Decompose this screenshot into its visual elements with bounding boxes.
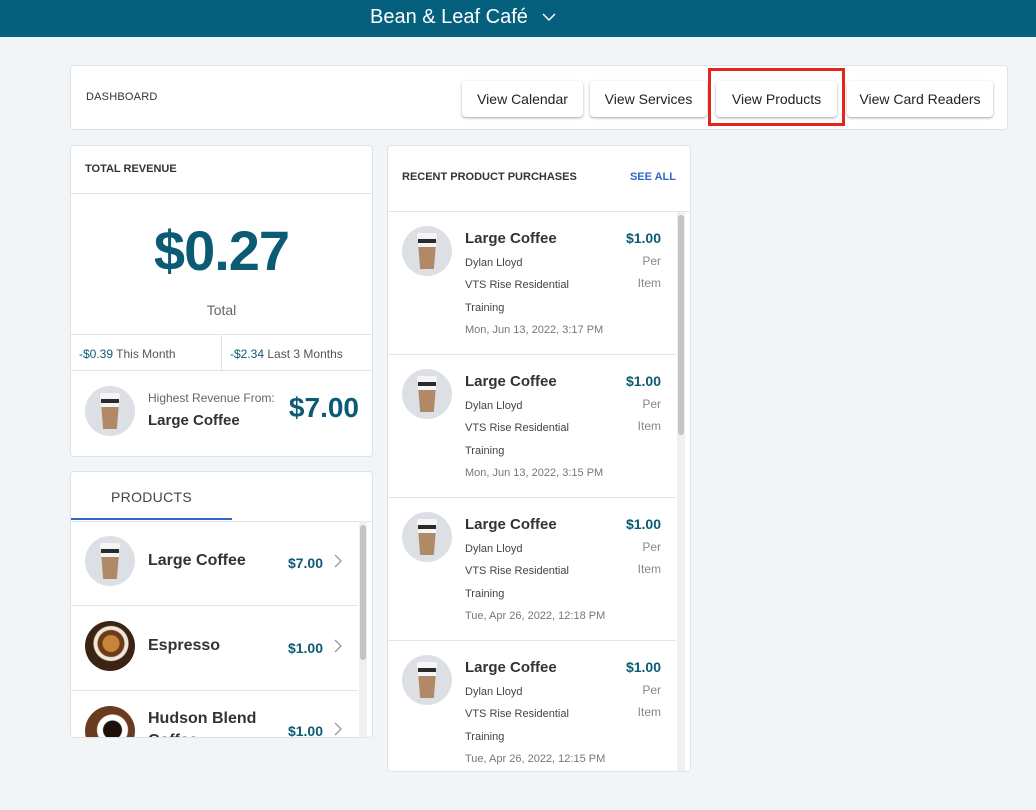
purchase-unit-cont: Item bbox=[637, 419, 661, 433]
highest-revenue-product: Large Coffee bbox=[148, 412, 240, 429]
purchase-unit: Per bbox=[642, 683, 661, 697]
product-row[interactable]: Espresso $1.00 bbox=[71, 606, 358, 691]
purchase-customer: Dylan Lloyd bbox=[465, 543, 523, 555]
revenue-stats: -$0.39 This Month -$2.34 Last 3 Months bbox=[71, 334, 372, 371]
purchase-unit-cont: Item bbox=[637, 276, 661, 290]
total-revenue-title: TOTAL REVENUE bbox=[71, 146, 372, 194]
chevron-right-icon bbox=[334, 639, 342, 653]
recent-purchases-title: RECENT PRODUCT PURCHASES bbox=[402, 171, 577, 183]
highlight-box bbox=[708, 68, 845, 126]
tab-products[interactable]: PRODUCTS bbox=[71, 472, 232, 520]
highest-revenue: Highest Revenue From: Large Coffee $7.00 bbox=[85, 386, 361, 436]
recent-purchases-scrollbar[interactable] bbox=[677, 212, 685, 771]
purchase-customer: Dylan Lloyd bbox=[465, 257, 523, 269]
purchase-date: Tue, Apr 26, 2022, 12:18 PM bbox=[465, 610, 606, 622]
recent-purchases-card: RECENT PRODUCT PURCHASES SEE ALL Large C… bbox=[387, 145, 691, 772]
highest-revenue-label: Highest Revenue From: bbox=[148, 391, 275, 405]
chevron-down-icon bbox=[542, 13, 556, 22]
product-row[interactable]: Hudson Blend Coffee $1.00 bbox=[71, 691, 358, 738]
purchase-organization-cont: Training bbox=[465, 302, 505, 314]
dashboard-label: DASHBOARD bbox=[86, 91, 158, 103]
purchase-product: Large Coffee bbox=[465, 373, 557, 390]
purchase-customer: Dylan Lloyd bbox=[465, 400, 523, 412]
view-card-readers-button[interactable]: View Card Readers bbox=[847, 81, 993, 117]
purchase-organization: VTS Rise Residential bbox=[465, 708, 569, 720]
recent-purchases-header: RECENT PRODUCT PURCHASES SEE ALL bbox=[388, 146, 690, 212]
coffee-cup-icon bbox=[85, 386, 135, 436]
purchase-unit: Per bbox=[642, 397, 661, 411]
purchase-unit-cont: Item bbox=[637, 705, 661, 719]
purchase-organization-cont: Training bbox=[465, 588, 505, 600]
coffee-cup-icon bbox=[402, 655, 452, 705]
dashboard-bar: DASHBOARD View Calendar View Services Vi… bbox=[70, 65, 1008, 130]
purchase-price: $1.00 bbox=[625, 516, 661, 532]
purchase-row[interactable]: Large Coffee Dylan Lloyd VTS Rise Reside… bbox=[388, 641, 676, 771]
purchase-organization-cont: Training bbox=[465, 731, 505, 743]
product-name: Large Coffee bbox=[148, 552, 246, 569]
product-name: Espresso bbox=[148, 637, 221, 654]
total-revenue-amount: $0.27 bbox=[153, 219, 290, 282]
purchase-date: Mon, Jun 13, 2022, 3:15 PM bbox=[465, 467, 604, 479]
last-3-months-label: Last 3 Months bbox=[267, 347, 343, 361]
product-row[interactable]: Large Coffee $7.00 bbox=[71, 521, 358, 606]
highest-revenue-value: $7.00 bbox=[288, 392, 359, 423]
chevron-right-icon bbox=[334, 722, 342, 736]
top-bar: Bean & Leaf Café bbox=[0, 0, 1036, 37]
purchase-unit: Per bbox=[642, 254, 661, 268]
purchase-row[interactable]: Large Coffee Dylan Lloyd VTS Rise Reside… bbox=[388, 212, 676, 355]
purchase-product: Large Coffee bbox=[465, 230, 557, 247]
coffee-cup-icon bbox=[85, 536, 135, 586]
coffee-mug-icon bbox=[85, 706, 135, 737]
purchase-customer: Dylan Lloyd bbox=[465, 686, 523, 698]
purchase-price: $1.00 bbox=[625, 230, 661, 246]
total-label: Total bbox=[206, 302, 237, 318]
purchase-row[interactable]: Large Coffee Dylan Lloyd VTS Rise Reside… bbox=[388, 498, 676, 641]
last-3-months-value: -$2.34 bbox=[230, 347, 265, 361]
purchase-product: Large Coffee bbox=[465, 659, 557, 676]
purchase-date: Mon, Jun 13, 2022, 3:17 PM bbox=[465, 324, 604, 336]
purchase-row[interactable]: Large Coffee Dylan Lloyd VTS Rise Reside… bbox=[388, 355, 676, 498]
last-3-months-stat: -$2.34 Last 3 Months bbox=[221, 335, 372, 370]
product-price: $7.00 bbox=[287, 555, 323, 571]
see-all-link[interactable]: SEE ALL bbox=[630, 171, 676, 183]
business-name: Bean & Leaf Café bbox=[370, 6, 528, 28]
purchase-price: $1.00 bbox=[625, 659, 661, 675]
purchase-unit-cont: Item bbox=[637, 562, 661, 576]
coffee-cup-icon bbox=[402, 226, 452, 276]
coffee-cup-icon bbox=[402, 369, 452, 419]
chevron-right-icon bbox=[334, 554, 342, 568]
this-month-stat: -$0.39 This Month bbox=[71, 335, 221, 370]
total-revenue-card: TOTAL REVENUE $0.27 Total -$0.39 This Mo… bbox=[70, 145, 373, 457]
products-scrollbar-thumb[interactable] bbox=[360, 525, 366, 660]
recent-purchases-scrollbar-thumb[interactable] bbox=[678, 215, 684, 435]
this-month-label: This Month bbox=[116, 347, 176, 361]
purchase-price: $1.00 bbox=[625, 373, 661, 389]
purchase-product: Large Coffee bbox=[465, 516, 557, 533]
purchase-organization: VTS Rise Residential bbox=[465, 565, 569, 577]
product-name: Hudson Blend Coffee bbox=[148, 710, 257, 737]
business-switcher[interactable]: Bean & Leaf Café bbox=[370, 6, 556, 29]
espresso-icon bbox=[85, 621, 135, 671]
product-price: $1.00 bbox=[287, 723, 323, 738]
this-month-value: -$0.39 bbox=[79, 347, 114, 361]
purchase-organization: VTS Rise Residential bbox=[465, 422, 569, 434]
coffee-cup-icon bbox=[402, 512, 452, 562]
products-card: PRODUCTS Large Coffee $7.00 Espresso $1.… bbox=[70, 471, 373, 738]
products-scrollbar[interactable] bbox=[359, 521, 367, 737]
purchase-unit: Per bbox=[642, 540, 661, 554]
purchase-organization-cont: Training bbox=[465, 445, 505, 457]
view-services-button[interactable]: View Services bbox=[590, 81, 707, 117]
product-price: $1.00 bbox=[287, 640, 323, 656]
purchase-date: Tue, Apr 26, 2022, 12:15 PM bbox=[465, 753, 606, 765]
view-calendar-button[interactable]: View Calendar bbox=[462, 81, 583, 117]
purchase-organization: VTS Rise Residential bbox=[465, 279, 569, 291]
